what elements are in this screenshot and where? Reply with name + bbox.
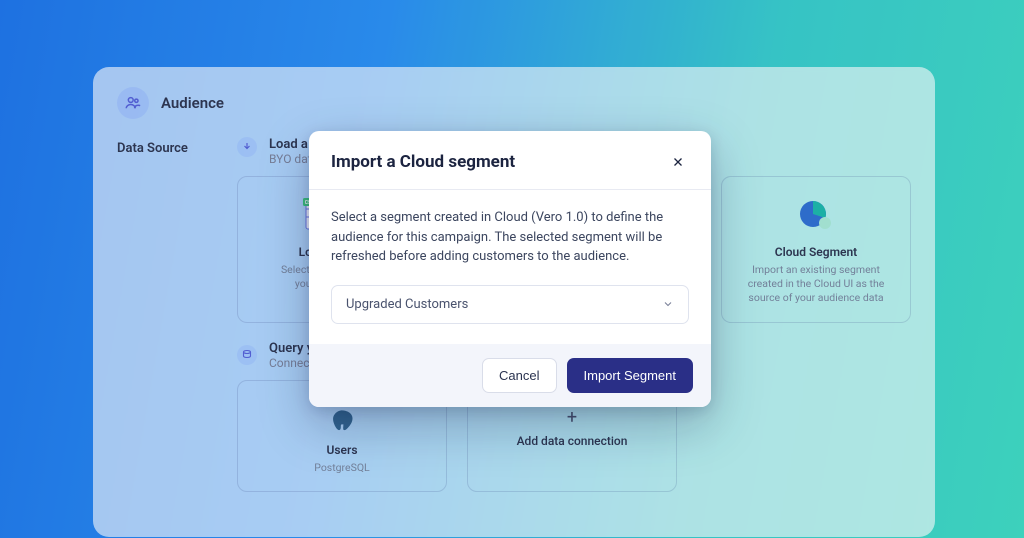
close-button[interactable] [667,151,689,173]
modal-body: Select a segment created in Cloud (Vero … [309,190,711,344]
import-segment-modal: Import a Cloud segment Select a segment … [309,131,711,407]
segment-select[interactable]: Upgraded Customers [331,285,689,324]
modal-description: Select a segment created in Cloud (Vero … [331,208,689,267]
modal-header: Import a Cloud segment [309,131,711,190]
chevron-down-icon [662,298,674,310]
modal-title: Import a Cloud segment [331,152,515,172]
modal-footer: Cancel Import Segment [309,344,711,407]
close-icon [671,155,685,169]
import-segment-button[interactable]: Import Segment [567,358,694,393]
segment-select-value: Upgraded Customers [346,297,468,312]
cancel-button[interactable]: Cancel [482,358,556,393]
